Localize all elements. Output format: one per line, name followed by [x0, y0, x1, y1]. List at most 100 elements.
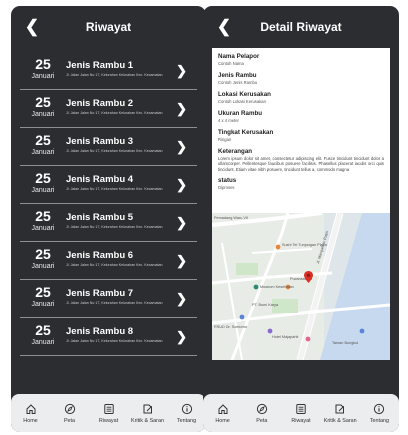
map-roads	[212, 213, 390, 360]
list-item[interactable]: 25 Januari Jenis Rambu 2 Jl. Jalan Jalan …	[20, 90, 197, 128]
field-label: status	[218, 177, 237, 185]
location-pin-icon[interactable]	[304, 271, 313, 283]
chevron-right-icon: ❯	[176, 329, 187, 344]
date-day: 25	[35, 246, 51, 262]
field-label: Ukuran Rambu	[218, 110, 263, 117]
nav-tentang[interactable]: Tentang	[167, 394, 206, 432]
date-day: 25	[35, 208, 51, 224]
list-item[interactable]: 25 Januari Jenis Rambu 4 Jl. Jalan Jalan …	[20, 166, 197, 204]
edit-icon	[141, 402, 155, 416]
date-month: Januari	[31, 263, 55, 270]
item-title: Jenis Rambu 6	[66, 250, 134, 261]
field-value: Contoh Lokasi Kerusakan	[218, 99, 266, 104]
chevron-right-icon: ❯	[176, 101, 187, 116]
edit-icon	[333, 402, 347, 416]
map-label: Taman Bungkul	[332, 341, 359, 345]
date-block: 25 Januari	[26, 170, 60, 195]
date-day: 25	[35, 284, 51, 300]
field-value: Contoh Nama	[218, 61, 244, 66]
chevron-right-icon: ❯	[176, 215, 187, 230]
list-item[interactable]: 25 Januari Jenis Rambu 6 Jl. Jalan Jalan …	[20, 242, 197, 280]
date-day: 25	[35, 170, 51, 186]
item-subtitle: Jl. Jalan Jalan No 17, Kelurahan Kelurah…	[66, 149, 163, 153]
field-value: Ringan	[218, 137, 232, 142]
field-label: Lokasi Kerusakan	[218, 91, 271, 98]
nav-tentang[interactable]: Tentang	[360, 394, 399, 432]
item-title: Jenis Rambu 7	[66, 288, 134, 299]
detail-card: Nama Pelapor Contoh Nama Jenis Rambu Con…	[212, 48, 390, 360]
date-month: Januari	[31, 225, 55, 232]
date-day: 25	[35, 56, 51, 72]
nav-riwayat[interactable]: Riwayat	[89, 394, 128, 432]
date-block: 25 Januari	[26, 94, 60, 119]
chevron-right-icon: ❯	[176, 63, 187, 78]
date-day: 25	[35, 322, 51, 338]
nav-label: Peta	[256, 418, 268, 424]
riwayat-header: ❮ Riwayat	[11, 6, 206, 48]
date-block: 25 Januari	[26, 208, 60, 233]
item-subtitle: Jl. Jalan Jalan No 17, Kelurahan Kelurah…	[66, 339, 163, 343]
map-label: Hotel Majapahit	[272, 335, 299, 339]
page-title: Detail Riwayat	[260, 20, 342, 34]
detail-fields: Nama Pelapor Contoh Nama Jenis Rambu Con…	[212, 53, 390, 191]
date-block: 25 Januari	[26, 322, 60, 347]
list-item[interactable]: 25 Januari Jenis Rambu 1 Jl. Jalan Jalan …	[20, 52, 197, 90]
list-item[interactable]: 25 Januari Jenis Rambu 3 Jl. Jalan Jalan …	[20, 128, 197, 166]
page-title: Riwayat	[85, 20, 132, 34]
map-label: PT. Bumi Karya	[252, 303, 279, 307]
date-month: Januari	[31, 149, 55, 156]
list-icon	[102, 402, 116, 416]
riwayat-screen: ❮ Riwayat 25 Januari Jenis Rambu 1 Jl. Ja…	[11, 6, 206, 432]
nav-label: Tentang	[369, 418, 389, 424]
item-subtitle: Jl. Jalan Jalan No 17, Kelurahan Kelurah…	[66, 301, 163, 305]
date-day: 25	[35, 132, 51, 148]
list-item[interactable]: 25 Januari Jenis Rambu 7 Jl. Jalan Jalan …	[20, 280, 197, 318]
date-block: 25 Januari	[26, 246, 60, 271]
field-label: Jenis Rambu	[218, 72, 257, 79]
field-label: Nama Pelapor	[218, 53, 260, 60]
item-title: Jenis Rambu 5	[66, 212, 134, 223]
list-item[interactable]: 25 Januari Jenis Rambu 8 Jl. Jalan Jalan …	[20, 318, 197, 356]
item-subtitle: Jl. Jalan Jalan No 17, Kelurahan Kelurah…	[66, 111, 163, 115]
bottom-nav: Home Peta Riwayat Kritik & Saran Tentang	[203, 394, 399, 432]
nav-kritik-saran[interactable]: Kritik & Saran	[321, 394, 360, 432]
map-label: Museum Kesehatan	[260, 285, 294, 289]
nav-home[interactable]: Home	[11, 394, 50, 432]
compass-icon	[255, 402, 269, 416]
item-subtitle: Jl. Jalan Jalan No 17, Kelurahan Kelurah…	[66, 225, 163, 229]
field-label: Keterangan	[218, 148, 253, 155]
item-title: Jenis Rambu 8	[66, 326, 134, 337]
list-item[interactable]: 25 Januari Jenis Rambu 5 Jl. Jalan Jalan …	[20, 204, 197, 242]
field-value: Contoh Jenis Rambu	[218, 80, 258, 85]
description-text: Lorem ipsum dolor sit amet, consectetur …	[218, 156, 384, 172]
nav-kritik-saran[interactable]: Kritik & Saran	[128, 394, 167, 432]
location-map[interactable]: Pemadang Waru VII Sushi Tei Tunjungan Pl…	[212, 213, 390, 360]
bottom-nav: Home Peta Riwayat Kritik & Saran Tentang	[11, 394, 206, 432]
nav-peta[interactable]: Peta	[242, 394, 281, 432]
home-icon	[216, 402, 230, 416]
detail-riwayat-screen: ❮ Detail Riwayat Nama Pelapor Contoh Nam…	[203, 6, 399, 432]
home-icon	[24, 402, 38, 416]
nav-label: Kritik & Saran	[323, 418, 357, 424]
item-title: Jenis Rambu 3	[66, 136, 134, 147]
info-icon	[372, 402, 386, 416]
nav-riwayat[interactable]: Riwayat	[281, 394, 320, 432]
chevron-right-icon: ❯	[176, 139, 187, 154]
nav-home[interactable]: Home	[203, 394, 242, 432]
item-title: Jenis Rambu 4	[66, 174, 134, 185]
item-subtitle: Jl. Jalan Jalan No 17, Kelurahan Kelurah…	[66, 263, 163, 267]
nav-label: Tentang	[176, 418, 197, 424]
nav-peta[interactable]: Peta	[50, 394, 89, 432]
date-month: Januari	[31, 339, 55, 346]
list-icon	[294, 402, 308, 416]
nav-label: Home	[23, 418, 38, 424]
detail-header: ❮ Detail Riwayat	[203, 6, 399, 48]
date-block: 25 Januari	[26, 132, 60, 157]
chevron-right-icon: ❯	[176, 177, 187, 192]
item-title: Jenis Rambu 2	[66, 98, 134, 109]
item-subtitle: Jl. Jalan Jalan No 17, Kelurahan Kelurah…	[66, 73, 163, 77]
nav-label: Home	[215, 418, 230, 424]
chevron-right-icon: ❯	[176, 253, 187, 268]
field-label: Tingkat Kerusakan	[218, 129, 274, 136]
nav-label: Kritik & Saran	[131, 418, 164, 424]
